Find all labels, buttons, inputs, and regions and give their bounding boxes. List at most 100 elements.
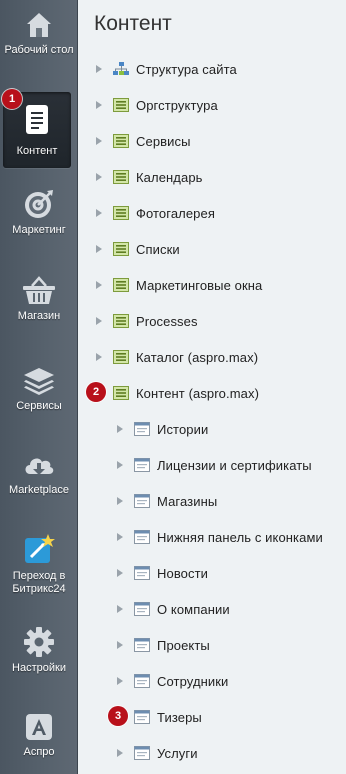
nav-marketing-label: Маркетинг: [12, 224, 66, 236]
tree-subitem[interactable]: Магазины: [117, 490, 217, 512]
infoblock-icon: [134, 746, 150, 760]
expand-arrow-icon[interactable]: [96, 209, 102, 217]
tree-item[interactable]: Маркетинговые окна: [96, 274, 262, 296]
tree-subitem[interactable]: Нижняя панель с иконками: [117, 526, 323, 548]
expand-arrow-icon[interactable]: [117, 677, 123, 685]
tree-item-label[interactable]: Лицензии и сертификаты: [157, 458, 312, 473]
list-icon: [113, 98, 129, 112]
list-icon: [113, 386, 129, 400]
callout-badge-1: 1: [2, 89, 22, 109]
tree-item[interactable]: Processes: [96, 310, 198, 332]
tree-item[interactable]: Фотогалерея: [96, 202, 215, 224]
nav-bitrix24-label: Переход в Битрикс24: [12, 570, 66, 595]
basket-icon: [23, 276, 55, 304]
list-icon: [113, 170, 129, 184]
tree-item[interactable]: Структура сайта: [96, 58, 237, 80]
tree-item-label[interactable]: Каталог (aspro.max): [136, 350, 258, 365]
list-icon: [113, 314, 129, 328]
expand-arrow-icon[interactable]: [117, 749, 123, 757]
nav-desktop[interactable]: Рабочий стол: [0, 10, 78, 57]
expand-arrow-icon[interactable]: [117, 425, 123, 433]
infoblock-icon: [134, 530, 150, 544]
tree-item[interactable]: Оргструктура: [96, 94, 218, 116]
list-icon: [113, 134, 129, 148]
tree-item-label[interactable]: Маркетинговые окна: [136, 278, 262, 293]
tree-item-label[interactable]: Оргструктура: [136, 98, 218, 113]
nav-services-label: Сервисы: [16, 400, 62, 412]
tree-subitem[interactable]: Проекты: [117, 634, 210, 656]
tree-item[interactable]: Списки: [96, 238, 180, 260]
nav-aspro[interactable]: Аспро: [0, 712, 78, 759]
expand-arrow-icon[interactable]: [96, 101, 102, 109]
tree-item-label[interactable]: Списки: [136, 242, 180, 257]
tree-item-label[interactable]: Структура сайта: [136, 62, 237, 77]
expand-arrow-icon[interactable]: [117, 569, 123, 577]
expand-arrow-icon[interactable]: [117, 497, 123, 505]
target-icon: [25, 190, 53, 218]
expand-arrow-icon[interactable]: [117, 605, 123, 613]
tree-item[interactable]: Каталог (aspro.max): [96, 346, 258, 368]
home-icon: [27, 13, 51, 37]
infoblock-icon: [134, 566, 150, 580]
tree-subitem[interactable]: О компании: [117, 598, 230, 620]
expand-arrow-icon[interactable]: [117, 533, 123, 541]
content-panel: Контент Структура сайта Оргструктура Серви…: [79, 0, 346, 774]
infoblock-icon: [134, 710, 150, 724]
tree-item-label[interactable]: Тизеры: [157, 710, 202, 725]
infoblock-icon: [134, 602, 150, 616]
tree-subitem[interactable]: Услуги: [117, 742, 198, 764]
tree-item[interactable]: Сервисы: [96, 130, 191, 152]
tree-item-label[interactable]: Processes: [136, 314, 198, 329]
expand-arrow-icon[interactable]: [96, 137, 102, 145]
infoblock-icon: [134, 422, 150, 436]
tree-subitem[interactable]: Истории: [117, 418, 208, 440]
tree-item-label[interactable]: Истории: [157, 422, 208, 437]
nav-aspro-label: Аспро: [23, 746, 55, 758]
infoblock-icon: [134, 674, 150, 688]
tree-item[interactable]: Контент (aspro.max): [96, 382, 259, 404]
expand-arrow-icon[interactable]: [96, 245, 102, 253]
tree-item-label[interactable]: Сервисы: [136, 134, 191, 149]
tree-item-label[interactable]: Проекты: [157, 638, 210, 653]
nav-services[interactable]: Сервисы: [0, 366, 78, 413]
tree-item-label[interactable]: Нижняя панель с иконками: [157, 530, 323, 545]
callout-badge-3: 3: [108, 706, 128, 726]
infoblock-icon: [134, 494, 150, 508]
tree-item[interactable]: Календарь: [96, 166, 203, 188]
tree-subitem[interactable]: Лицензии и сертификаты: [117, 454, 312, 476]
expand-arrow-icon[interactable]: [117, 461, 123, 469]
tree-item-label[interactable]: Календарь: [136, 170, 203, 185]
nav-settings[interactable]: Настройки: [0, 626, 78, 675]
tree-item-label[interactable]: Сотрудники: [157, 674, 228, 689]
site-structure-icon: [113, 62, 129, 76]
nav-shop[interactable]: Магазин: [0, 276, 78, 323]
layers-icon: [24, 368, 54, 395]
tree-item-label[interactable]: Фотогалерея: [136, 206, 215, 221]
tree-subitem[interactable]: Сотрудники: [117, 670, 228, 692]
tree-item-label[interactable]: Услуги: [157, 746, 198, 761]
tree-item-label[interactable]: Новости: [157, 566, 208, 581]
nav-marketplace-label: Marketplace: [9, 484, 69, 496]
document-icon: [26, 105, 48, 134]
tree-item-label[interactable]: Контент (aspro.max): [136, 386, 259, 401]
list-icon: [113, 242, 129, 256]
callout-badge-2: 2: [86, 382, 106, 402]
nav-bitrix24[interactable]: Переход в Битрикс24: [0, 532, 78, 596]
tree-item-label[interactable]: О компании: [157, 602, 230, 617]
expand-arrow-icon[interactable]: [96, 353, 102, 361]
list-icon: [113, 350, 129, 364]
letter-a-icon: [26, 714, 52, 740]
expand-arrow-icon[interactable]: [96, 173, 102, 181]
expand-arrow-icon[interactable]: [96, 65, 102, 73]
expand-arrow-icon[interactable]: [96, 317, 102, 325]
page-title: Контент: [94, 12, 172, 35]
gear-icon: [24, 627, 54, 657]
nav-marketplace[interactable]: Marketplace: [0, 452, 78, 497]
tree-item-label[interactable]: Магазины: [157, 494, 217, 509]
nav-marketing[interactable]: Маркетинг: [0, 188, 78, 237]
expand-arrow-icon[interactable]: [96, 281, 102, 289]
tree-subitem[interactable]: Новости: [117, 562, 208, 584]
tree-subitem[interactable]: Тизеры: [117, 706, 202, 728]
expand-arrow-icon[interactable]: [117, 641, 123, 649]
infoblock-icon: [134, 638, 150, 652]
